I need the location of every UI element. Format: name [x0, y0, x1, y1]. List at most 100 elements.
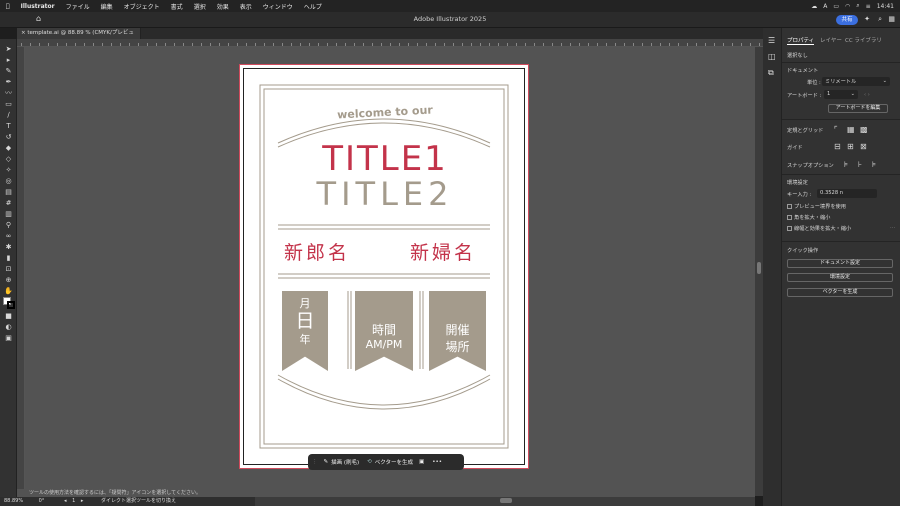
- snap-pixel-icon[interactable]: ⊧: [872, 160, 876, 169]
- battery-icon[interactable]: ▭: [833, 3, 839, 10]
- document-settings-button[interactable]: ドキュメント設定: [787, 259, 893, 268]
- chevron-down-icon: ⌄: [882, 78, 887, 84]
- more-options-icon[interactable]: ⋯: [890, 225, 895, 231]
- snap-point-icon[interactable]: ⊧: [844, 160, 848, 169]
- zoom-field[interactable]: 88.89%: [4, 498, 23, 504]
- search-icon[interactable]: ⌕: [878, 15, 882, 24]
- paintbrush-tool-icon[interactable]: ∕: [4, 111, 13, 120]
- blend-tool-icon[interactable]: ∞: [4, 232, 13, 241]
- image-icon[interactable]: ▣: [419, 459, 424, 465]
- lock-guides-icon[interactable]: ⊞: [847, 142, 854, 151]
- prev-artboard-icon[interactable]: ◂: [64, 498, 67, 504]
- pen-tool-icon[interactable]: ✒: [4, 78, 13, 87]
- menu-effect[interactable]: 効果: [217, 2, 229, 11]
- ruler-icon[interactable]: ⌜: [834, 125, 838, 134]
- bride-name[interactable]: 新婦名: [410, 238, 476, 265]
- graph-tool-icon[interactable]: ▮: [4, 254, 13, 263]
- share-button[interactable]: 共有: [836, 15, 858, 25]
- zoom-tool-icon[interactable]: ⊕: [4, 276, 13, 285]
- generate-vector-button[interactable]: ベクターを生成: [375, 458, 413, 466]
- groom-name[interactable]: 新郎名: [284, 238, 350, 265]
- menu-select[interactable]: 選択: [194, 2, 206, 11]
- screen-mode-icon[interactable]: ▣: [4, 334, 13, 343]
- spotlight-icon[interactable]: ⌕: [856, 2, 859, 10]
- vertical-scroll-thumb[interactable]: [757, 262, 761, 274]
- artboard-select[interactable]: 1 ⌄: [824, 90, 858, 99]
- edit-artboard-button[interactable]: アートボードを編集: [828, 104, 888, 113]
- rectangle-tool-icon[interactable]: ▭: [4, 100, 13, 109]
- wifi-icon[interactable]: ◠: [845, 3, 850, 10]
- gradient-tool-icon[interactable]: ▥: [4, 210, 13, 219]
- stroke-swatch[interactable]: [7, 301, 15, 309]
- menu-help[interactable]: ヘルプ: [304, 2, 322, 11]
- next-artboard-icon[interactable]: ▸: [81, 498, 84, 504]
- libraries-panel-icon[interactable]: ⧉: [768, 68, 774, 78]
- drag-handle[interactable]: ⋮: [312, 459, 318, 465]
- workspace-icon[interactable]: ▦: [888, 15, 895, 23]
- smart-guides-icon[interactable]: ⊠: [860, 142, 867, 151]
- creative-cloud-icon[interactable]: ☁: [811, 3, 817, 10]
- type-tool-icon[interactable]: T: [4, 122, 13, 131]
- key-input-field[interactable]: 0.3528 n: [817, 189, 877, 198]
- hand-tool-icon[interactable]: ✋: [4, 287, 13, 296]
- more-icon[interactable]: •••: [432, 459, 442, 465]
- layers-panel-icon[interactable]: ◫: [768, 52, 776, 61]
- draw-button[interactable]: 描画 (刷毛): [331, 458, 359, 466]
- properties-panel-icon[interactable]: ☰: [768, 36, 775, 45]
- menu-type[interactable]: 書式: [171, 2, 183, 11]
- perspective-tool-icon[interactable]: ▤: [4, 188, 13, 197]
- menu-view[interactable]: 表示: [240, 2, 252, 11]
- banner-venue-1: 開催: [445, 323, 470, 337]
- snap-grid-icon[interactable]: ⊦: [858, 160, 862, 169]
- preferences-button[interactable]: 環境設定: [787, 273, 893, 282]
- menu-file[interactable]: ファイル: [66, 2, 90, 11]
- selection-tool-icon[interactable]: ➤: [4, 45, 13, 54]
- tab-cc-libraries[interactable]: CC ライブラリ: [845, 36, 882, 44]
- banner-month: 月: [299, 297, 311, 310]
- show-guides-icon[interactable]: ⊟: [834, 142, 841, 151]
- scale-strokes-checkbox[interactable]: 線幅と効果を拡大・縮小: [787, 225, 851, 232]
- properties-panel: プロパティ レイヤー CC ライブラリ 選択なし ドキュメント 単位 : ミリメ…: [782, 28, 900, 506]
- warp-tool-icon[interactable]: ✧: [4, 166, 13, 175]
- direct-selection-tool-icon[interactable]: ▸: [4, 56, 13, 65]
- rotate-tool-icon[interactable]: ↺: [4, 133, 13, 142]
- color-mode-icon[interactable]: ■: [4, 312, 13, 321]
- tab-layers[interactable]: レイヤー: [820, 36, 842, 44]
- eyedropper-tool-icon[interactable]: ⚲: [4, 221, 13, 230]
- use-preview-bounds-checkbox[interactable]: プレビュー境界を使用: [787, 203, 846, 210]
- current-tool-label: ダイレクト選択ツールを切り換え: [100, 498, 176, 504]
- menu-edit[interactable]: 編集: [101, 2, 113, 11]
- scale-tool-icon[interactable]: ◇: [4, 155, 13, 164]
- title1-text[interactable]: TITLE1: [300, 140, 470, 178]
- curvature-tool-icon[interactable]: 〰: [4, 89, 13, 98]
- draw-mode-icon[interactable]: ◐: [4, 323, 13, 332]
- menu-window[interactable]: ウィンドウ: [263, 2, 293, 11]
- tab-properties[interactable]: プロパティ: [787, 36, 815, 45]
- apple-icon[interactable]: : [6, 3, 10, 10]
- vertical-ruler[interactable]: [17, 47, 25, 497]
- control-center-icon[interactable]: ≡: [866, 3, 871, 10]
- eraser-tool-icon[interactable]: ◆: [4, 144, 13, 153]
- menu-app[interactable]: Illustrator: [21, 3, 55, 10]
- artboard-tool-icon[interactable]: ⊡: [4, 265, 13, 274]
- menu-object[interactable]: オブジェクト: [124, 2, 160, 11]
- scale-corners-checkbox[interactable]: 角を拡大・縮小: [787, 214, 830, 221]
- rotation-field[interactable]: 0°: [39, 498, 45, 504]
- artboard-nav-arrows[interactable]: ‹ ›: [864, 92, 870, 98]
- discover-icon[interactable]: ✦: [864, 15, 870, 23]
- magic-wand-tool-icon[interactable]: ✎: [4, 67, 13, 76]
- title2-text[interactable]: TITLE2: [300, 176, 470, 212]
- shape-builder-tool-icon[interactable]: ◎: [4, 177, 13, 186]
- horizontal-scroll-thumb[interactable]: [500, 498, 512, 503]
- unit-select[interactable]: ミリメートル ⌄: [822, 77, 890, 86]
- generate-vector-panel-button[interactable]: ベクターを生成: [787, 288, 893, 297]
- close-icon[interactable]: ×: [21, 30, 26, 36]
- input-icon[interactable]: A: [823, 3, 827, 10]
- document-tab[interactable]: × template.ai @ 88.89 % (CMYK/プレビュー): [17, 28, 141, 47]
- symbol-sprayer-tool-icon[interactable]: ✱: [4, 243, 13, 252]
- artboard-number-field[interactable]: 1: [72, 498, 75, 504]
- transparency-grid-icon[interactable]: ▩: [860, 125, 868, 134]
- horizontal-ruler[interactable]: [17, 39, 763, 47]
- grid-icon[interactable]: ▦: [847, 125, 855, 134]
- mesh-tool-icon[interactable]: #: [4, 199, 13, 208]
